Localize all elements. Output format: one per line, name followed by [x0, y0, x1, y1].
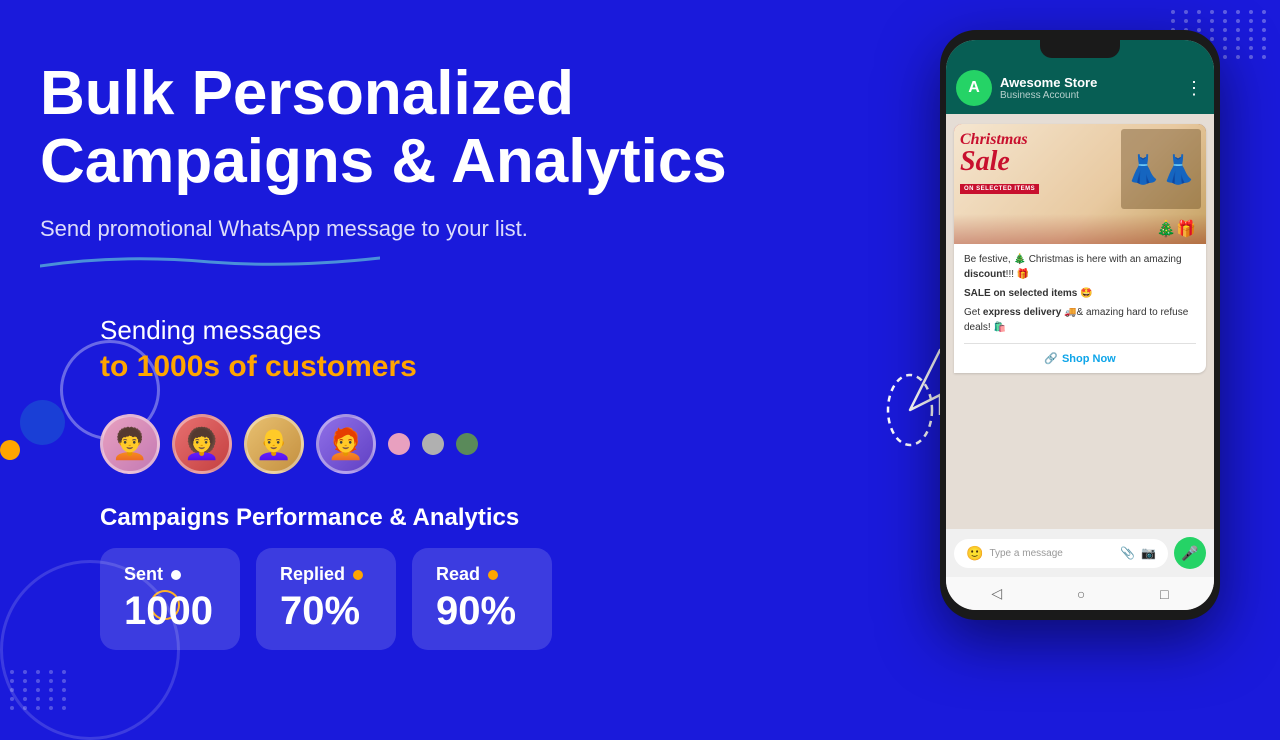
contact-info: Awesome Store Business Account	[1000, 75, 1177, 101]
avatar-dot-pink	[388, 433, 410, 455]
avatar-dot-gray	[422, 433, 444, 455]
stats-row: Sent 1000 Replied 70% Read 90%	[100, 548, 740, 650]
message-line1: Be festive, 🎄 Christmas is here with an …	[964, 252, 1196, 282]
phone-mockup: A Awesome Store Business Account ⋮	[940, 30, 1220, 620]
avatar-dot-green	[456, 433, 478, 455]
stat-label-replied: Replied	[280, 564, 372, 585]
stat-label-sent: Sent	[124, 564, 216, 585]
home-nav[interactable]: ○	[1077, 586, 1085, 602]
account-type: Business Account	[1000, 90, 1177, 101]
stat-dot-read	[488, 570, 498, 580]
sending-line2: to 1000s of customers	[100, 350, 740, 384]
back-nav[interactable]: ◁	[991, 585, 1002, 602]
business-name: Awesome Store	[1000, 75, 1177, 90]
left-content: Bulk Personalized Campaigns & Analytics …	[40, 60, 740, 650]
avatar-1: 🧑‍🦱	[100, 414, 160, 474]
external-link-icon: 🔗	[1044, 352, 1058, 365]
stat-card-read: Read 90%	[412, 548, 552, 650]
message-bubble: 🎄🎁 👗👗 Christmas Sale ON SELECTED ITEMS B…	[954, 124, 1206, 373]
image-text-christmas: Christmas Sale	[960, 132, 1028, 176]
stat-dot-replied	[353, 570, 363, 580]
promo-image: 🎄🎁 👗👗 Christmas Sale ON SELECTED ITEMS	[954, 124, 1206, 244]
sending-line1: Sending messages	[100, 315, 740, 346]
analytics-title: Campaigns Performance & Analytics	[100, 504, 740, 532]
headline-line1: Bulk Personalized	[40, 60, 740, 128]
subtitle: Send promotional WhatsApp message to you…	[40, 216, 740, 242]
dashed-oval-decoration	[880, 370, 940, 455]
stat-label-read: Read	[436, 564, 528, 585]
chat-area: 🎄🎁 👗👗 Christmas Sale ON SELECTED ITEMS B…	[946, 114, 1214, 529]
stat-value-replied: 70%	[280, 589, 372, 634]
dot-grid-bottom-left	[10, 670, 70, 710]
input-bar: 🙂 Type a message 📎 📷 🎤	[946, 529, 1214, 577]
avatar-3: 👩‍🦲	[244, 414, 304, 474]
image-sale-subtitle: ON SELECTED ITEMS	[960, 184, 1039, 194]
mic-button[interactable]: 🎤	[1174, 537, 1206, 569]
message-text-area: Be festive, 🎄 Christmas is here with an …	[954, 252, 1206, 335]
delivery-line: Get express delivery 🚚& amazing hard to …	[964, 305, 1196, 335]
phone-notch	[1040, 40, 1120, 58]
phone-nav-bar: ◁ ○ □	[946, 577, 1214, 610]
emoji-icon[interactable]: 🙂	[966, 545, 983, 562]
headline: Bulk Personalized Campaigns & Analytics	[40, 60, 740, 196]
message-input[interactable]: 🙂 Type a message 📎 📷	[954, 539, 1168, 568]
sale-line: SALE on selected items 🤩	[964, 286, 1196, 301]
avatar-2: 👩‍🦱	[172, 414, 232, 474]
recents-nav[interactable]: □	[1160, 586, 1168, 602]
input-placeholder-text: Type a message	[989, 548, 1114, 559]
avatars-row: 🧑‍🦱 👩‍🦱 👩‍🦲 🧑‍🦰	[100, 414, 740, 474]
menu-icon[interactable]: ⋮	[1185, 78, 1204, 99]
attachment-icon[interactable]: 📎	[1120, 546, 1135, 560]
stat-card-replied: Replied 70%	[256, 548, 396, 650]
phone-frame: A Awesome Store Business Account ⋮	[940, 30, 1220, 620]
underline-decoration	[40, 252, 740, 275]
stat-value-sent: 1000	[124, 589, 216, 634]
camera-icon[interactable]: 📷	[1141, 546, 1156, 560]
decorative-circle-orange	[0, 440, 20, 460]
business-avatar: A	[956, 70, 992, 106]
stat-card-sent: Sent 1000	[100, 548, 240, 650]
headline-line2: Campaigns & Analytics	[40, 128, 740, 196]
stat-dot-sent	[171, 570, 181, 580]
phone-screen: A Awesome Store Business Account ⋮	[946, 40, 1214, 610]
avatar-4: 🧑‍🦰	[316, 414, 376, 474]
sending-section: Sending messages to 1000s of customers	[100, 315, 740, 384]
shop-now-button[interactable]: 🔗 Shop Now	[964, 343, 1196, 365]
stat-value-read: 90%	[436, 589, 528, 634]
